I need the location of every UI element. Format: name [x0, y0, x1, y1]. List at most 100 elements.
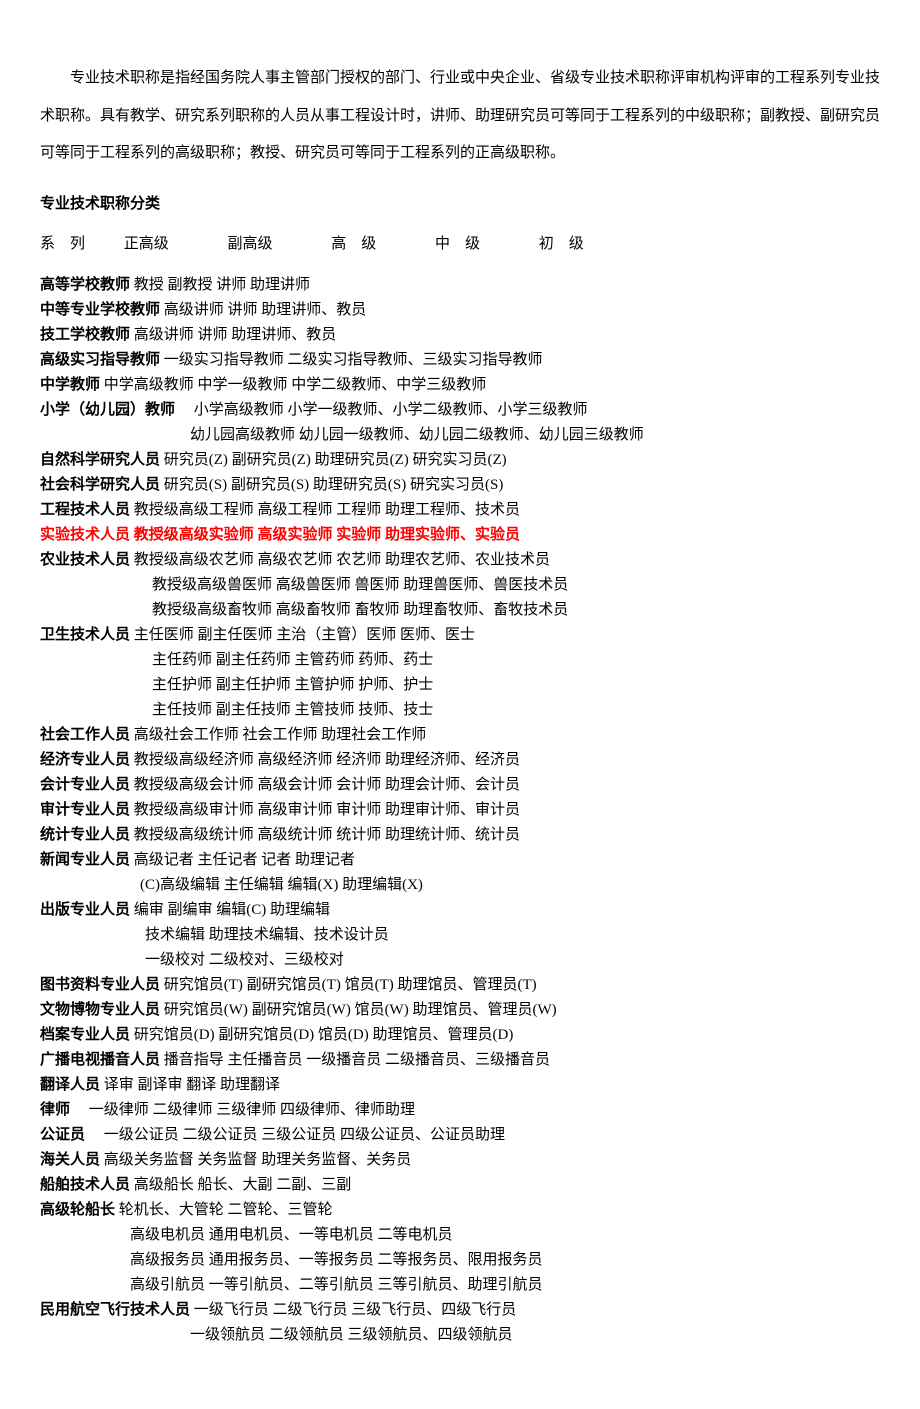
- table-row: 一级校对 二级校对、三级校对: [40, 949, 880, 972]
- table-row: 船舶技术人员 高级船长 船长、大副 二副、三副: [40, 1174, 880, 1197]
- table-row: (C)高级编辑 主任编辑 编辑(X) 助理编辑(X): [40, 874, 880, 897]
- row-category: 律师: [40, 1102, 70, 1118]
- row-values: 高级讲师 讲师 助理讲师、教员: [160, 302, 366, 318]
- row-category: 工程技术人员: [40, 502, 130, 518]
- column-header-row: 系 列 正高级 副高级 高 级 中 级 初 级: [40, 233, 880, 256]
- table-row: 高级报务员 通用报务员、一等报务员 二等报务员、限用报务员: [40, 1249, 880, 1272]
- table-row: 一级领航员 二级领航员 三级领航员、四级领航员: [40, 1324, 880, 1347]
- row-category: 新闻专业人员: [40, 852, 130, 868]
- row-category: 社会工作人员: [40, 727, 130, 743]
- row-values: 一级校对 二级校对、三级校对: [145, 952, 344, 968]
- row-category: 档案专业人员: [40, 1027, 130, 1043]
- row-category: 船舶技术人员: [40, 1177, 130, 1193]
- table-row: 新闻专业人员 高级记者 主任记者 记者 助理记者: [40, 849, 880, 872]
- row-values: 高级关务监督 关务监督 助理关务监督、关务员: [100, 1152, 411, 1168]
- row-values: 教授级高级工程师 高级工程师 工程师 助理工程师、技术员: [130, 502, 520, 518]
- table-row: 翻译人员 译审 副译审 翻译 助理翻译: [40, 1074, 880, 1097]
- table-row: 中等专业学校教师 高级讲师 讲师 助理讲师、教员: [40, 299, 880, 322]
- row-values: 研究馆员(T) 副研究馆员(T) 馆员(T) 助理馆员、管理员(T): [160, 977, 537, 993]
- row-category: 经济专业人员: [40, 752, 130, 768]
- table-row: 技术编辑 助理技术编辑、技术设计员: [40, 924, 880, 947]
- row-category: 中学教师: [40, 377, 100, 393]
- row-values: 教授级高级统计师 高级统计师 统计师 助理统计师、统计员: [130, 827, 520, 843]
- row-values: 教授级高级兽医师 高级兽医师 兽医师 助理兽医师、兽医技术员: [152, 577, 568, 593]
- table-row: 高级电机员 通用电机员、一等电机员 二等电机员: [40, 1224, 880, 1247]
- table-row: 海关人员 高级关务监督 关务监督 助理关务监督、关务员: [40, 1149, 880, 1172]
- row-values: 一级公证员 二级公证员 三级公证员 四级公证员、公证员助理: [85, 1127, 505, 1143]
- table-row: 审计专业人员 教授级高级审计师 高级审计师 审计师 助理审计师、审计员: [40, 799, 880, 822]
- col-series: 系 列: [40, 233, 120, 256]
- row-category: 高等学校教师: [40, 277, 130, 293]
- row-values: 高级报务员 通用报务员、一等报务员 二等报务员、限用报务员: [130, 1252, 543, 1268]
- row-values: 高级讲师 讲师 助理讲师、教员: [130, 327, 336, 343]
- table-row: 技工学校教师 高级讲师 讲师 助理讲师、教员: [40, 324, 880, 347]
- row-values: 研究馆员(D) 副研究馆员(D) 馆员(D) 助理馆员、管理员(D): [130, 1027, 513, 1043]
- table-row: 广播电视播音人员 播音指导 主任播音员 一级播音员 二级播音员、三级播音员: [40, 1049, 880, 1072]
- classification-rows: 高等学校教师 教授 副教授 讲师 助理讲师中等专业学校教师 高级讲师 讲师 助理…: [40, 274, 880, 1347]
- row-category: 高级实习指导教师: [40, 352, 160, 368]
- row-values: 研究员(Z) 副研究员(Z) 助理研究员(Z) 研究实习员(Z): [160, 452, 507, 468]
- row-values: 高级船长 船长、大副 二副、三副: [130, 1177, 351, 1193]
- intro-paragraph: 专业技术职称是指经国务院人事主管部门授权的部门、行业或中央企业、省级专业技术职称…: [40, 60, 880, 173]
- row-values: 教授级高级农艺师 高级农艺师 农艺师 助理农艺师、农业技术员: [130, 552, 550, 568]
- col-top-senior: 正高级: [124, 233, 224, 256]
- row-values: 高级电机员 通用电机员、一等电机员 二等电机员: [130, 1227, 453, 1243]
- row-values: 一级实习指导教师 二级实习指导教师、三级实习指导教师: [160, 352, 543, 368]
- table-row: 图书资料专业人员 研究馆员(T) 副研究馆员(T) 馆员(T) 助理馆员、管理员…: [40, 974, 880, 997]
- row-values: 教授级高级经济师 高级经济师 经济师 助理经济师、经济员: [130, 752, 520, 768]
- row-category: 高级轮船长: [40, 1202, 115, 1218]
- table-row: 主任护师 副主任护师 主管护师 护师、护士: [40, 674, 880, 697]
- row-category: 中等专业学校教师: [40, 302, 160, 318]
- row-category: 实验技术人员: [40, 527, 130, 543]
- row-category: 广播电视播音人员: [40, 1052, 160, 1068]
- row-values: 幼儿园高级教师 幼儿园一级教师、幼儿园二级教师、幼儿园三级教师: [190, 427, 644, 443]
- row-category: 自然科学研究人员: [40, 452, 160, 468]
- row-values: 教授级高级会计师 高级会计师 会计师 助理会计师、会计员: [130, 777, 520, 793]
- row-values: (C)高级编辑 主任编辑 编辑(X) 助理编辑(X): [140, 877, 423, 893]
- row-category: 小学（幼儿园）教师: [40, 402, 175, 418]
- row-values: 小学高级教师 小学一级教师、小学二级教师、小学三级教师: [175, 402, 588, 418]
- table-row: 经济专业人员 教授级高级经济师 高级经济师 经济师 助理经济师、经济员: [40, 749, 880, 772]
- col-middle: 中 级: [435, 233, 535, 256]
- table-row: 小学（幼儿园）教师 小学高级教师 小学一级教师、小学二级教师、小学三级教师: [40, 399, 880, 422]
- col-vice-senior: 副高级: [228, 233, 328, 256]
- row-values: 主任护师 副主任护师 主管护师 护师、护士: [152, 677, 433, 693]
- table-row: 高级实习指导教师 一级实习指导教师 二级实习指导教师、三级实习指导教师: [40, 349, 880, 372]
- table-row: 主任药师 副主任药师 主管药师 药师、药士: [40, 649, 880, 672]
- table-row: 自然科学研究人员 研究员(Z) 副研究员(Z) 助理研究员(Z) 研究实习员(Z…: [40, 449, 880, 472]
- table-row: 档案专业人员 研究馆员(D) 副研究馆员(D) 馆员(D) 助理馆员、管理员(D…: [40, 1024, 880, 1047]
- row-values: 主任医师 副主任医师 主治（主管）医师 医师、医士: [130, 627, 475, 643]
- row-category: 出版专业人员: [40, 902, 130, 918]
- table-row: 社会科学研究人员 研究员(S) 副研究员(S) 助理研究员(S) 研究实习员(S…: [40, 474, 880, 497]
- section-title: 专业技术职称分类: [40, 193, 880, 216]
- table-row: 高等学校教师 教授 副教授 讲师 助理讲师: [40, 274, 880, 297]
- row-values: 主任技师 副主任技师 主管技师 技师、技士: [152, 702, 433, 718]
- row-category: 农业技术人员: [40, 552, 130, 568]
- table-row: 教授级高级兽医师 高级兽医师 兽医师 助理兽医师、兽医技术员: [40, 574, 880, 597]
- table-row: 高级轮船长 轮机长、大管轮 二管轮、三管轮: [40, 1199, 880, 1222]
- table-row: 出版专业人员 编审 副编审 编辑(C) 助理编辑: [40, 899, 880, 922]
- row-values: 教授级高级畜牧师 高级畜牧师 畜牧师 助理畜牧师、畜牧技术员: [152, 602, 568, 618]
- row-category: 会计专业人员: [40, 777, 130, 793]
- row-values: 编审 副编审 编辑(C) 助理编辑: [130, 902, 330, 918]
- table-row: 中学教师 中学高级教师 中学一级教师 中学二级教师、中学三级教师: [40, 374, 880, 397]
- row-category: 民用航空飞行技术人员: [40, 1302, 190, 1318]
- table-row: 会计专业人员 教授级高级会计师 高级会计师 会计师 助理会计师、会计员: [40, 774, 880, 797]
- table-row: 公证员 一级公证员 二级公证员 三级公证员 四级公证员、公证员助理: [40, 1124, 880, 1147]
- table-row: 幼儿园高级教师 幼儿园一级教师、幼儿园二级教师、幼儿园三级教师: [40, 424, 880, 447]
- row-values: 高级记者 主任记者 记者 助理记者: [130, 852, 355, 868]
- table-row: 律师 一级律师 二级律师 三级律师 四级律师、律师助理: [40, 1099, 880, 1122]
- table-row: 农业技术人员 教授级高级农艺师 高级农艺师 农艺师 助理农艺师、农业技术员: [40, 549, 880, 572]
- table-row: 文物博物专业人员 研究馆员(W) 副研究馆员(W) 馆员(W) 助理馆员、管理员…: [40, 999, 880, 1022]
- row-category: 卫生技术人员: [40, 627, 130, 643]
- col-junior: 初 级: [539, 233, 584, 256]
- row-values: 轮机长、大管轮 二管轮、三管轮: [115, 1202, 333, 1218]
- row-category: 文物博物专业人员: [40, 1002, 160, 1018]
- row-values: 高级引航员 一等引航员、二等引航员 三等引航员、助理引航员: [130, 1277, 543, 1293]
- row-category: 图书资料专业人员: [40, 977, 160, 993]
- row-values: 中学高级教师 中学一级教师 中学二级教师、中学三级教师: [100, 377, 486, 393]
- table-row: 实验技术人员 教授级高级实验师 高级实验师 实验师 助理实验师、实验员: [40, 524, 880, 547]
- row-category: 社会科学研究人员: [40, 477, 160, 493]
- row-values: 高级社会工作师 社会工作师 助理社会工作师: [130, 727, 426, 743]
- table-row: 社会工作人员 高级社会工作师 社会工作师 助理社会工作师: [40, 724, 880, 747]
